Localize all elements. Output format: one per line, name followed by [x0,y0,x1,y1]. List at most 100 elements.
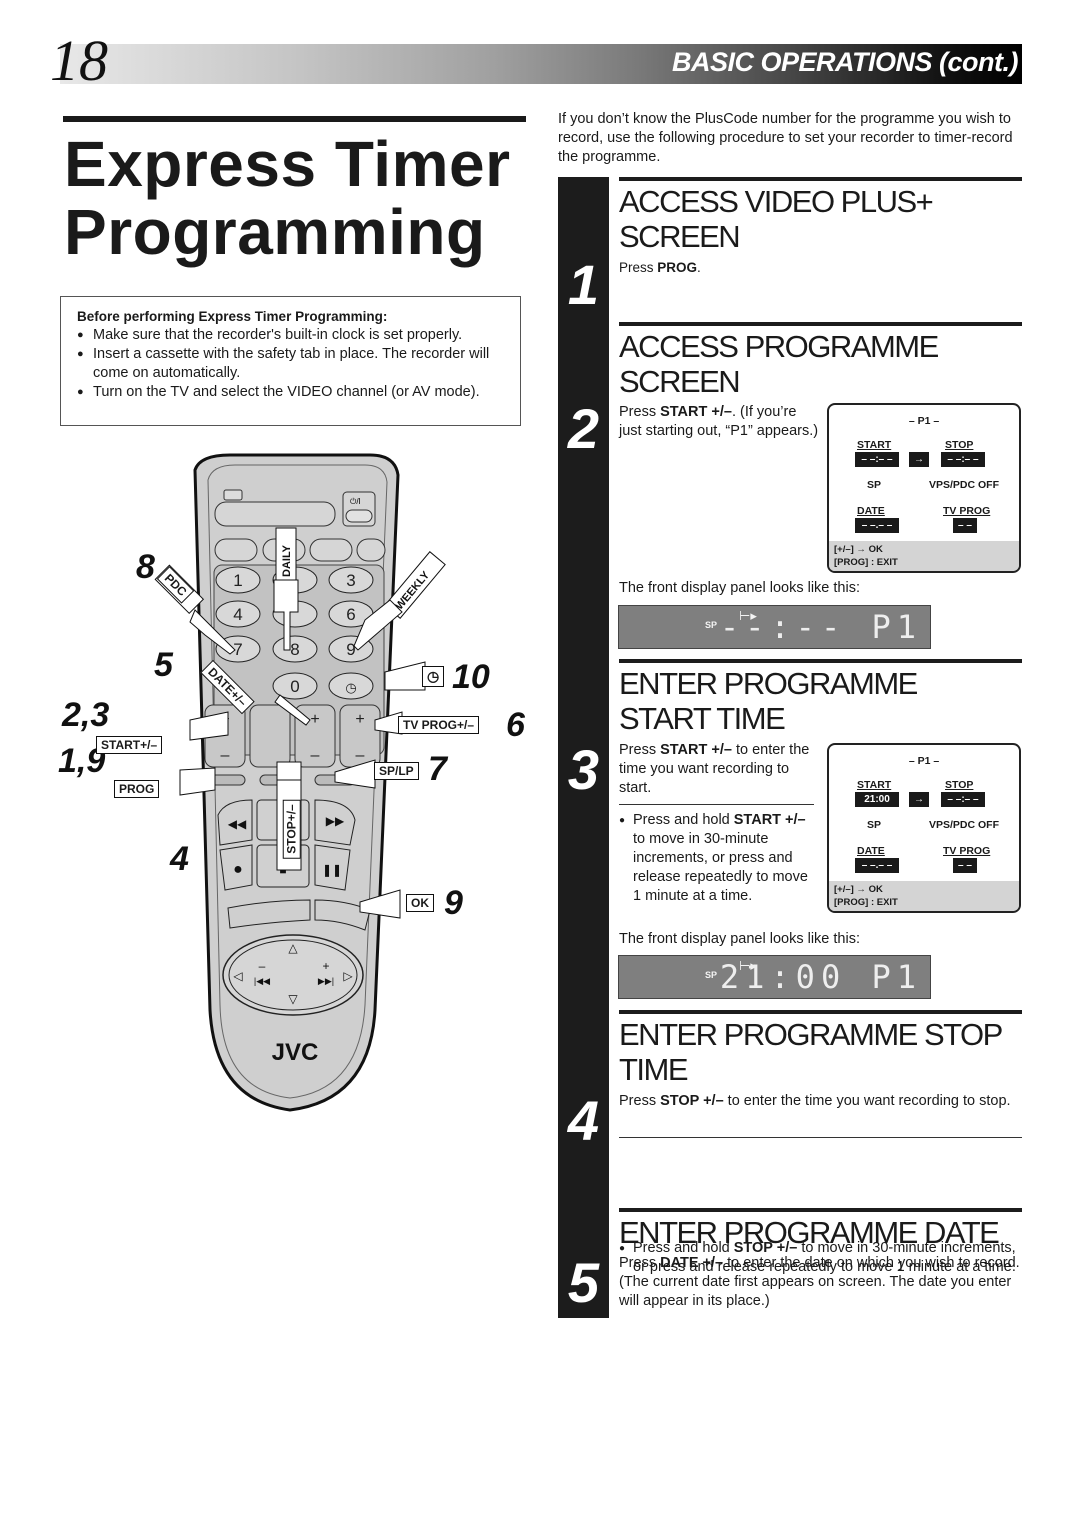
svg-text:3: 3 [346,571,355,590]
svg-text:△: △ [288,941,298,955]
step-3-bullet: Press and hold START +/– to move in 30-m… [619,811,813,906]
osd-footer-line: [+/–] → OK [834,884,883,895]
step-title-line: ACCESS VIDEO PLUS+ [619,184,934,219]
jvc-logo: JVC [272,1039,319,1066]
osd-mode: SP [867,479,882,491]
step-title-line: ENTER PROGRAMME STOP [619,1017,1003,1052]
step-title-line: ACCESS PROGRAMME [619,329,939,364]
text: to enter the time you want recording to … [723,1093,1011,1109]
text: Press [619,404,661,420]
page-title-line-2: Programming [64,196,486,268]
osd-tvprog-value: – – [953,518,977,533]
text: . [697,260,701,275]
callout-number: 8 [136,548,155,586]
arrow-icon: → [909,792,929,807]
front-display-caption: The front display panel looks like this: [619,931,860,947]
step-rule [619,322,1022,326]
osd-stop-label: STOP [945,779,974,791]
step-3-text: Press START +/– to enter the time you wa… [619,741,814,798]
step-title-line: ENTER PROGRAMME DATE [619,1215,1000,1250]
step-4-text: Press STOP +/– to enter the time you wan… [619,1092,1022,1111]
osd-tvprog-label: TV PROG [943,845,991,857]
callout-number: 2,3 [62,696,110,734]
svg-text:+: + [355,711,364,728]
osd-vps-status: VPS/PDC OFF [929,819,1000,831]
divider [619,1137,1022,1138]
svg-text:+: + [310,711,319,728]
front-display-panel: SP ⊢▸ 21:00 P1 [618,955,931,999]
step-number: 5 [567,1251,600,1314]
text: Press [619,260,658,275]
button-name: DATE +/– [660,1255,724,1271]
osd-date-label: DATE [857,505,885,517]
osd-footer: [+/–] → OK [PROG] : EXIT [829,881,1019,911]
callout-number: 10 [452,658,490,696]
callout-number: 6 [506,706,525,744]
step-2-text: Press START +/–. (If you’re just startin… [619,403,819,441]
osd-tvprog-value: – – [953,858,977,873]
svg-text:◁: ◁ [233,969,243,983]
text: Press [619,1093,661,1109]
osd-stop-label: STOP [945,439,974,451]
callout-number: 5 [154,646,173,684]
svg-text:4: 4 [233,605,242,624]
osd-start-label: START [857,439,892,451]
step-4-title: ENTER PROGRAMME STOP TIME [619,1017,1003,1087]
svg-text:|◀◀: |◀◀ [254,976,270,986]
page-title-line-1: Express Timer [64,128,511,200]
osd-footer-line: [PROG] : EXIT [834,557,898,568]
osd-date-label: DATE [857,845,885,857]
svg-text:▷: ▷ [343,969,353,983]
page-title: Express Timer Programming [64,130,510,266]
display-readout: --:-- P1 [719,608,922,646]
svg-text:–: – [259,959,266,973]
osd-start-label: START [857,779,892,791]
svg-text:8: 8 [290,640,299,659]
divider [619,804,814,805]
svg-text:▽: ▽ [288,992,298,1006]
svg-text:◷: ◷ [345,680,356,695]
prerequisites-heading: Before performing Express Timer Programm… [77,309,388,324]
svg-text:–: – [221,747,230,764]
step-rule [619,1208,1022,1212]
text: to move in 30-minute increments, or pres… [633,831,808,904]
svg-text:⏻/I: ⏻/I [350,497,361,506]
osd-mode: SP [867,819,882,831]
osd-start-value: – –:– – [855,452,899,467]
osd-vps-status: VPS/PDC OFF [929,479,1000,491]
step-title-line: ENTER PROGRAMME [619,666,918,701]
svg-text:0: 0 [290,677,299,696]
step-title-line: TIME [619,1052,689,1087]
osd-stop-value: – –:– – [941,792,985,807]
button-name: START +/– [660,742,732,758]
step-rule [619,177,1022,181]
step-title-line: START TIME [619,701,786,736]
callout-number: 7 [428,750,447,788]
osd-tvprog-label: TV PROG [943,505,991,517]
prerequisites-box: Before performing Express Timer Programm… [60,296,521,426]
button-name: START +/– [733,812,806,828]
display-readout: 21:00 P1 [719,958,922,996]
arrow-icon: → [909,452,929,467]
step-rule [619,1010,1022,1014]
clock-icon: ◷ [422,666,445,687]
button-name: START +/– [660,404,732,420]
page-number: 18 [50,28,108,93]
svg-text:–: – [356,747,365,764]
step-number: 3 [567,738,600,801]
stop-label: STOP+/– [282,799,301,859]
start-label: START+/– [96,736,163,754]
button-name: STOP +/– [660,1093,724,1109]
svg-text:▶▶|: ▶▶| [318,976,334,986]
svg-text:9: 9 [346,640,355,659]
osd-programme-screen: – P1 – START 21:00 → STOP – –:– – SP VPS… [827,743,1021,913]
daily-label: DAILY [281,544,293,577]
callout-number: 9 [444,884,463,922]
front-display-panel: SP ⊢▸ --:-- P1 [618,605,931,649]
prerequisite-item: Insert a cassette with the safety tab in… [77,345,512,383]
osd-footer-line: [+/–] → OK [834,544,883,555]
step-5-text: Press DATE +/– to enter the date on whic… [619,1254,1022,1311]
prog-label: PROG [114,780,160,798]
display-mode: SP [705,970,718,980]
key-1: 1 [233,571,242,590]
